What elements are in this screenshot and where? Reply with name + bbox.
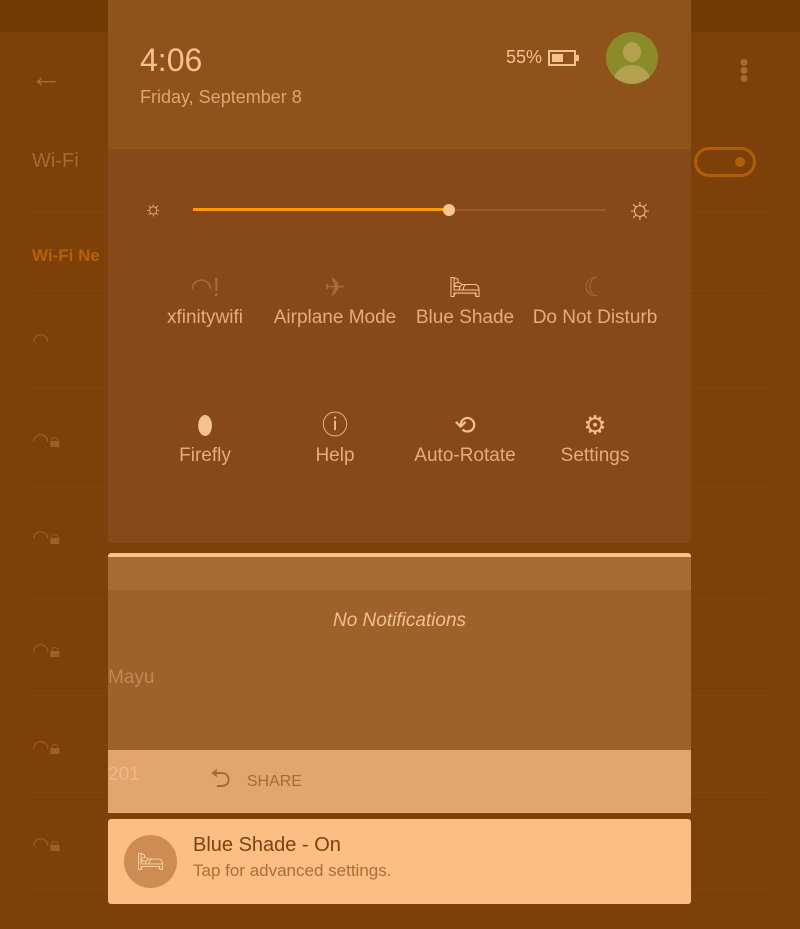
- quick-settings-panel: 4:06 Friday, September 8 55% ☼ ☼ ◠! xfini…: [108, 0, 691, 543]
- quick-settings-header: 4:06 Friday, September 8 55%: [108, 0, 691, 149]
- wifi-lock-icon: ◠🔒︎: [32, 640, 61, 662]
- wifi-lock-icon: ◠🔒︎: [32, 737, 61, 759]
- notification-subtitle: Tap for advanced settings.: [193, 861, 392, 880]
- blue-shade-notification[interactable]: 🛏︎ Blue Shade - On Tap for advanced sett…: [108, 819, 691, 904]
- share-button[interactable]: ⮌ SHARE: [108, 750, 691, 813]
- tile-help[interactable]: ⓘ Help: [270, 410, 400, 468]
- brightness-knob[interactable]: [443, 204, 456, 216]
- wifi-icon: ◠: [32, 330, 50, 352]
- tile-label: Do Not Disturb: [532, 307, 658, 328]
- tile-settings[interactable]: ⚙ Settings: [530, 410, 660, 468]
- tile-label: Auto-Rotate: [414, 445, 516, 466]
- back-arrow-icon[interactable]: ←: [30, 58, 62, 95]
- wifi-label: Wi-Fi: [32, 150, 79, 172]
- brightness-fill: [193, 208, 450, 211]
- wifi-lock-icon: ◠🔒︎: [32, 527, 61, 549]
- notification-title: Blue Shade - On: [193, 834, 341, 856]
- rotate-icon: ⟲: [454, 410, 476, 440]
- battery-percent: 55%: [506, 47, 543, 67]
- tile-label: Blue Shade: [415, 307, 515, 328]
- tile-firefly[interactable]: ⬮ Firefly: [140, 410, 270, 468]
- wifi-networks-header: Wi-Fi Ne: [32, 246, 100, 265]
- moon-icon: ☾: [583, 272, 607, 302]
- tile-airplane-mode[interactable]: ✈ Airplane Mode: [270, 272, 400, 330]
- share-label: SHARE: [246, 772, 302, 790]
- brightness-high-icon: ☼: [626, 192, 654, 225]
- tile-label: Settings: [560, 445, 630, 466]
- airplane-off-icon: ✈: [324, 272, 346, 302]
- gear-icon: ⚙: [583, 410, 607, 440]
- tile-label: Help: [315, 445, 355, 466]
- tile-auto-rotate[interactable]: ⟲ Auto-Rotate: [400, 410, 530, 468]
- clock: 4:06: [140, 42, 203, 78]
- share-icon: ⮌: [210, 762, 231, 793]
- date: Friday, September 8: [140, 87, 302, 107]
- brightness-slider[interactable]: ☼ ☼: [144, 192, 660, 225]
- battery-icon: [548, 49, 580, 66]
- wifi-alert-icon: ◠!: [190, 272, 220, 302]
- tile-blue-shade[interactable]: 🛏︎ Blue Shade: [400, 272, 530, 330]
- tile-label: Airplane Mode: [273, 307, 397, 328]
- bed-icon: 🛏︎: [124, 835, 177, 888]
- tile-do-not-disturb[interactable]: ☾ Do Not Disturb: [530, 272, 660, 330]
- brightness-track[interactable]: [193, 204, 606, 216]
- network-name-partial: Mayu: [108, 667, 155, 688]
- no-notifications-text: No Notifications: [332, 610, 467, 631]
- tile-xfinitywifi[interactable]: ◠! xfinitywifi: [140, 272, 270, 330]
- bed-icon: 🛏︎: [448, 272, 482, 302]
- brightness-low-icon: ☼: [144, 198, 163, 220]
- notification-area: No Notifications ⮌ SHARE: [108, 553, 691, 813]
- wifi-toggle[interactable]: [694, 147, 756, 177]
- battery-status: 55%: [506, 47, 580, 68]
- tile-label: Firefly: [179, 445, 231, 466]
- firefly-icon: ⬮: [196, 410, 214, 440]
- more-menu-icon[interactable]: • • •: [738, 49, 750, 91]
- network-partial: 201: [108, 764, 140, 785]
- help-icon: ⓘ: [321, 410, 348, 440]
- avatar[interactable]: [606, 32, 658, 84]
- tile-label: xfinitywifi: [166, 307, 243, 328]
- wifi-lock-icon: ◠🔒︎: [32, 430, 61, 452]
- notification-header: [108, 557, 691, 590]
- wifi-lock-icon: ◠🔒︎: [32, 834, 61, 856]
